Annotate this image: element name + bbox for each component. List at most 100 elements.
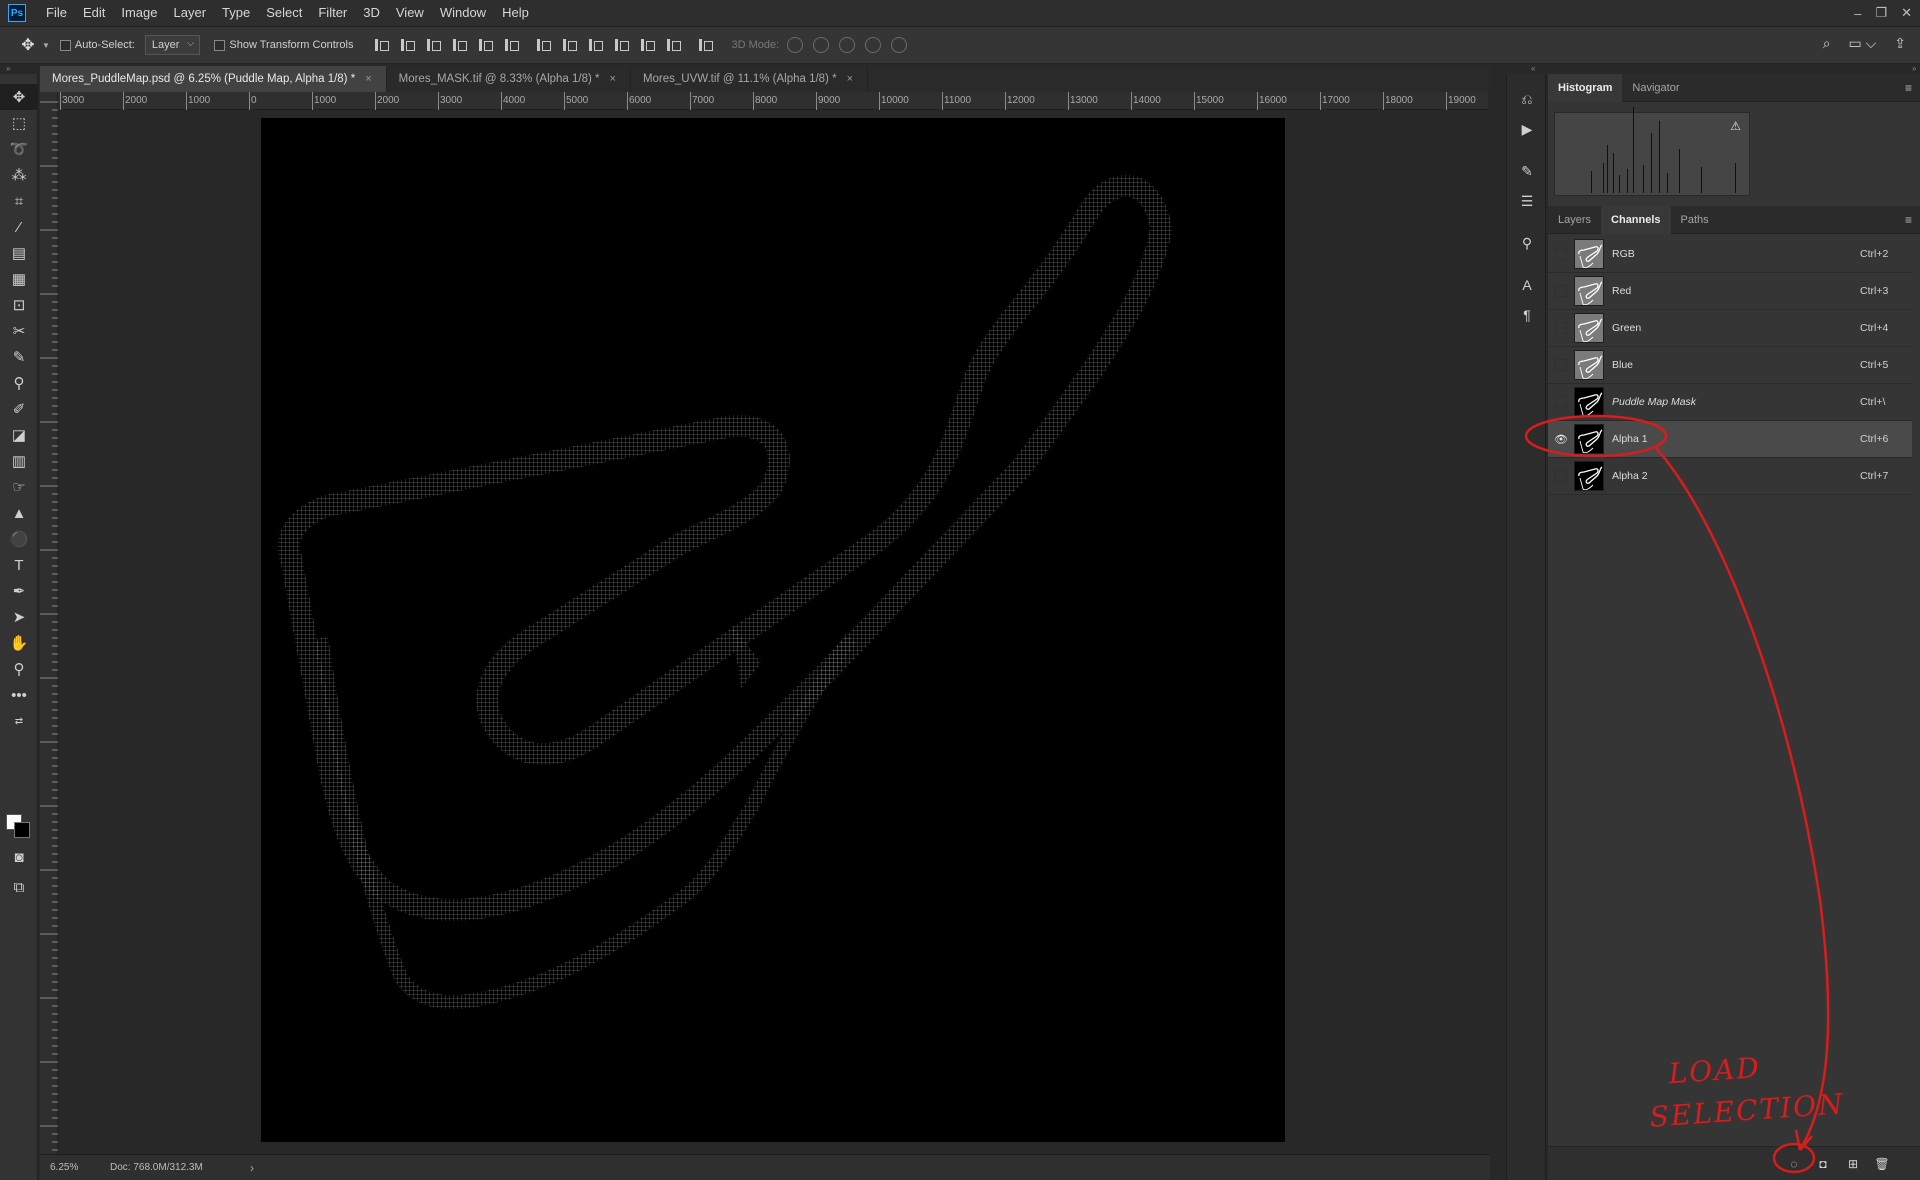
horizontal-ruler[interactable]: 3000 2000 1000 0 1000 2000 3000 4000 5000 6000 700… bbox=[58, 92, 1488, 110]
clone-stamp-icon[interactable]: ⚲ bbox=[0, 370, 38, 396]
close-button[interactable]: ✕ bbox=[1901, 5, 1912, 21]
visibility-toggle[interactable] bbox=[1548, 273, 1574, 310]
align-left-icon[interactable] bbox=[451, 37, 468, 53]
chevron-right-icon[interactable]: › bbox=[250, 1161, 254, 1175]
adjustments-icon[interactable]: ☰ bbox=[1507, 186, 1547, 216]
auto-select-dropdown[interactable]: Layer bbox=[144, 35, 201, 55]
document-tab[interactable]: Mores_MASK.tif @ 8.33% (Alpha 1/8) * × bbox=[387, 66, 631, 92]
content-aware-icon[interactable]: ⊡ bbox=[0, 292, 38, 318]
share-icon[interactable]: ⇪ bbox=[1894, 35, 1906, 52]
brush-settings-icon[interactable]: ✎ bbox=[1507, 156, 1547, 186]
align-right-icon[interactable] bbox=[503, 37, 520, 53]
menu-filter[interactable]: Filter bbox=[310, 0, 355, 26]
document-tab[interactable]: Mores_PuddleMap.psd @ 6.25% (Puddle Map,… bbox=[40, 66, 387, 92]
load-selection-icon[interactable]: ◌ bbox=[1785, 1155, 1803, 1173]
vertical-ruler[interactable] bbox=[40, 92, 58, 1154]
channel-row-alpha-1[interactable]: 👁 Alpha 1 Ctrl+6 bbox=[1548, 421, 1912, 458]
move-tool-preset-icon[interactable]: ✥ bbox=[16, 33, 40, 57]
distribute-top-icon[interactable] bbox=[535, 37, 552, 53]
menu-image[interactable]: Image bbox=[113, 0, 165, 26]
channel-row-alpha-2[interactable]: Alpha 2 Ctrl+7 bbox=[1548, 458, 1912, 495]
delete-channel-icon[interactable]: 🗑 bbox=[1873, 1155, 1891, 1173]
align-bottom-icon[interactable] bbox=[425, 37, 442, 53]
align-horizontal-center-icon[interactable] bbox=[477, 37, 494, 53]
menu-3d[interactable]: 3D bbox=[355, 0, 388, 26]
pan-3d-icon[interactable] bbox=[839, 37, 856, 53]
canvas-area[interactable] bbox=[58, 110, 1488, 1154]
close-tab-icon[interactable]: × bbox=[610, 73, 616, 85]
channel-row-green[interactable]: Green Ctrl+4 bbox=[1548, 310, 1912, 347]
minimize-button[interactable]: – bbox=[1854, 6, 1861, 21]
clone-source-icon[interactable]: ⚲ bbox=[1507, 228, 1547, 258]
channel-row-red[interactable]: Red Ctrl+3 bbox=[1548, 273, 1912, 310]
history-brush-icon[interactable]: ✐ bbox=[0, 396, 38, 422]
save-selection-icon[interactable]: ◘ bbox=[1814, 1155, 1832, 1173]
close-tab-icon[interactable]: × bbox=[847, 73, 853, 85]
pen-tool-icon[interactable]: ✒ bbox=[0, 578, 38, 604]
doc-info[interactable]: Doc: 768.0M/312.3M bbox=[110, 1162, 250, 1173]
gradient-tool-icon[interactable]: ▥ bbox=[0, 448, 38, 474]
menu-type[interactable]: Type bbox=[214, 0, 258, 26]
type-tool-icon[interactable]: T bbox=[0, 552, 38, 578]
zoom-level[interactable]: 6.25% bbox=[40, 1162, 110, 1173]
eye-icon[interactable]: 👁 bbox=[1548, 421, 1574, 458]
distribute-bottom-icon[interactable] bbox=[587, 37, 604, 53]
menu-edit[interactable]: Edit bbox=[75, 0, 113, 26]
tab-navigator[interactable]: Navigator bbox=[1622, 74, 1689, 102]
panel-menu-icon[interactable]: ≡ bbox=[1905, 213, 1912, 227]
document-tab[interactable]: Mores_UVW.tif @ 11.1% (Alpha 1/8) * × bbox=[631, 66, 868, 92]
slide-3d-icon[interactable] bbox=[865, 37, 882, 53]
menu-help[interactable]: Help bbox=[494, 0, 537, 26]
menu-window[interactable]: Window bbox=[432, 0, 494, 26]
visibility-toggle[interactable] bbox=[1548, 310, 1574, 347]
channel-row-blue[interactable]: Blue Ctrl+5 bbox=[1548, 347, 1912, 384]
document-canvas[interactable] bbox=[261, 118, 1285, 1142]
brush-tool-icon[interactable]: ✎ bbox=[0, 344, 38, 370]
collapse-toolbar-icon[interactable]: » bbox=[6, 64, 10, 73]
history-panel-icon[interactable]: ⎌ bbox=[1507, 84, 1547, 114]
tab-channels[interactable]: Channels bbox=[1601, 205, 1671, 234]
move-tool-icon[interactable]: ✥ bbox=[0, 84, 38, 110]
magic-wand-icon[interactable]: ⁂ bbox=[0, 162, 38, 188]
roll-3d-icon[interactable] bbox=[813, 37, 830, 53]
patch-tool-icon[interactable]: ▦ bbox=[0, 266, 38, 292]
menu-file[interactable]: File bbox=[38, 0, 75, 26]
tab-histogram[interactable]: Histogram bbox=[1548, 73, 1623, 102]
hand-tool-icon[interactable]: ✋ bbox=[0, 630, 38, 656]
smudge-tool-icon[interactable]: ☞ bbox=[0, 474, 38, 500]
expand-panels-icon[interactable]: » bbox=[1912, 64, 1916, 73]
path-selection-icon[interactable]: ➤ bbox=[0, 604, 38, 630]
menu-select[interactable]: Select bbox=[258, 0, 310, 26]
background-color-swatch[interactable] bbox=[14, 822, 30, 838]
visibility-toggle[interactable] bbox=[1548, 347, 1574, 384]
menu-layer[interactable]: Layer bbox=[166, 0, 215, 26]
show-transform-checkbox[interactable]: Show Transform Controls bbox=[214, 39, 353, 51]
visibility-toggle[interactable] bbox=[1548, 458, 1574, 495]
tab-layers[interactable]: Layers bbox=[1548, 206, 1601, 234]
collapse-panels-icon[interactable]: « bbox=[1531, 64, 1535, 73]
scale-3d-icon[interactable] bbox=[891, 37, 908, 53]
eraser-tool-icon[interactable]: ◪ bbox=[0, 422, 38, 448]
paragraph-panel-icon[interactable]: ¶ bbox=[1507, 300, 1547, 330]
tab-paths[interactable]: Paths bbox=[1671, 206, 1719, 234]
dodge-tool-icon[interactable]: ⚫ bbox=[0, 526, 38, 552]
new-channel-icon[interactable]: ⊞ bbox=[1844, 1155, 1862, 1173]
red-eye-icon[interactable]: ✂ bbox=[0, 318, 38, 344]
quick-mask-icon[interactable]: ◙ bbox=[0, 844, 38, 870]
more-tools-icon[interactable]: ••• bbox=[0, 682, 38, 708]
photoshop-logo[interactable]: Ps bbox=[8, 4, 26, 22]
swap-colors-icon[interactable]: ⇄ bbox=[0, 708, 38, 734]
eyedropper-icon[interactable]: ⁄ bbox=[0, 214, 38, 240]
channel-row-rgb[interactable]: RGB Ctrl+2 bbox=[1548, 236, 1912, 273]
align-top-icon[interactable] bbox=[373, 37, 390, 53]
rectangular-marquee-icon[interactable]: ⬚ bbox=[0, 110, 38, 136]
restore-button[interactable]: ❐ bbox=[1875, 5, 1887, 21]
orbit-3d-icon[interactable] bbox=[787, 37, 804, 53]
align-vertical-center-icon[interactable] bbox=[399, 37, 416, 53]
menu-view[interactable]: View bbox=[388, 0, 432, 26]
sharpen-tool-icon[interactable]: ▲ bbox=[0, 500, 38, 526]
distribute-horizontal-center-icon[interactable] bbox=[639, 37, 656, 53]
character-panel-icon[interactable]: A bbox=[1507, 270, 1547, 300]
visibility-toggle[interactable] bbox=[1548, 236, 1574, 273]
workspace-icon[interactable]: ▭ ⌵ bbox=[1849, 35, 1877, 52]
